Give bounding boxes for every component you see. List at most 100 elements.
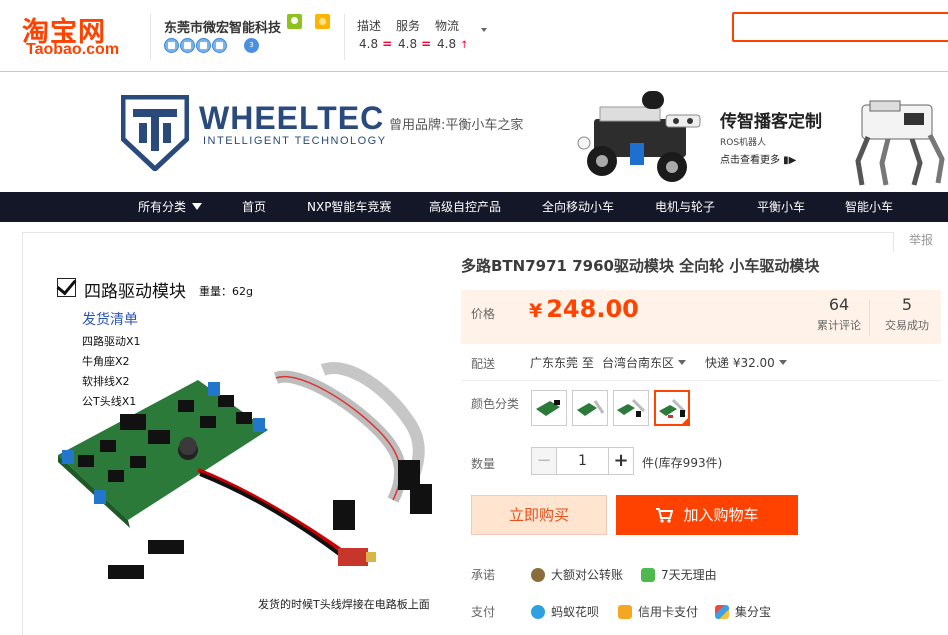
brand-sub: INTELLIGENT TECHNOLOGY	[203, 135, 387, 147]
image-title: 四路驱动模块	[84, 282, 186, 302]
quantity-increase-button[interactable]: +	[608, 447, 634, 475]
color-label: 颜色分类	[471, 397, 520, 411]
quadruped-robot-image[interactable]	[848, 93, 948, 188]
nav-label: 所有分类	[138, 200, 187, 214]
enterprise-icon	[287, 14, 302, 29]
ship-to-value: 台湾台南东区	[602, 356, 675, 370]
crown-icon	[196, 38, 211, 53]
rating-trend: ↑	[460, 40, 469, 51]
brand-name: WHEELTEC	[199, 100, 385, 136]
stock-info: 件(库存993件)	[642, 456, 723, 470]
ros-robot-image[interactable]	[572, 87, 707, 187]
nav-home[interactable]: 首页	[242, 192, 266, 222]
caret-down-icon	[778, 360, 787, 365]
jifenbao-icon	[715, 605, 729, 619]
buy-now-button[interactable]: 立即购买	[471, 495, 607, 535]
logo-en: Taobao.com	[26, 41, 120, 58]
promo-more-link[interactable]: 点击查看更多 ▮▶	[720, 151, 796, 166]
image-caption: 发货的时候T头线焊接在电路板上面	[258, 598, 430, 611]
rating-trend: =	[421, 37, 432, 51]
product-main-image[interactable]	[48, 360, 448, 590]
pay-huabei[interactable]: 蚂蚁花呗	[531, 603, 599, 620]
search-input[interactable]	[732, 12, 948, 42]
nav-omni-car[interactable]: 全向移动小车	[542, 192, 614, 222]
caret-down-icon	[192, 203, 203, 210]
divider	[150, 14, 151, 60]
shop-level-badge: 3	[244, 38, 259, 53]
shipping-label: 配送	[471, 357, 496, 371]
ratings-dropdown-icon[interactable]	[481, 28, 487, 32]
color-swatch-selected[interactable]	[654, 390, 690, 426]
pay-credit-card[interactable]: 信用卡支付	[618, 603, 698, 620]
promise-transfer[interactable]: 大额对公转账	[531, 566, 623, 583]
shop-banner: WHEELTEC INTELLIGENT TECHNOLOGY 曾用品牌:平衡小…	[0, 73, 948, 192]
quantity-label: 数量	[471, 457, 496, 471]
nav-nxp[interactable]: NXP智能车竞赛	[307, 192, 391, 222]
enterprise-transfer-icon	[531, 568, 545, 582]
nav-balance-car[interactable]: 平衡小车	[757, 192, 805, 222]
nav-smart-car[interactable]: 智能小车	[845, 192, 893, 222]
currency-symbol: ¥	[529, 300, 543, 322]
huabei-icon	[531, 605, 545, 619]
seven-day-return-icon	[641, 568, 655, 582]
color-swatch[interactable]	[613, 390, 649, 426]
divider	[461, 380, 941, 381]
deals-count: 5	[901, 295, 913, 314]
pay-text: 信用卡支付	[638, 605, 699, 619]
nav-advanced-control[interactable]: 高级自控产品	[429, 192, 501, 222]
rating-value: 4.8	[359, 37, 379, 51]
price-value: ¥248.00	[529, 295, 639, 323]
rating-value: 4.8	[398, 37, 418, 51]
credit-card-icon	[618, 605, 632, 619]
payment-label: 支付	[471, 605, 496, 619]
color-swatch[interactable]	[531, 390, 567, 426]
shipping-fee-value: 快递 ¥32.00	[705, 356, 775, 370]
taobao-logo[interactable]: 淘宝网 Taobao.com	[22, 10, 134, 64]
deals-stat[interactable]: 5 交易成功	[877, 295, 937, 333]
medal-icon	[315, 14, 330, 29]
stat-divider	[869, 300, 870, 336]
promise-text: 7天无理由	[661, 568, 717, 582]
shop-name[interactable]: 东莞市微宏智能科技	[164, 17, 281, 36]
pay-text: 集分宝	[735, 605, 772, 619]
nav-all-categories[interactable]: 所有分类	[138, 192, 203, 222]
nav-motors-wheels[interactable]: 电机与轮子	[655, 192, 715, 222]
price-box: 价格 ¥248.00 64 累计评论 5 交易成功	[461, 290, 941, 344]
color-swatch[interactable]	[572, 390, 608, 426]
caret-down-icon	[678, 360, 687, 365]
checkmark-icon	[57, 278, 76, 297]
shipping-fee-select[interactable]: 快递 ¥32.00	[705, 354, 787, 371]
add-to-cart-label: 加入购物车	[683, 506, 759, 524]
pay-jifenbao[interactable]: 集分宝	[715, 603, 771, 620]
add-to-cart-button[interactable]: 加入购物车	[616, 495, 798, 535]
product-title: 多路BTN7971 7960驱动模块 全向轮 小车驱动模块	[461, 257, 820, 275]
promo-title[interactable]: 传智播客定制	[720, 107, 822, 132]
image-weight: 重量：62g	[199, 285, 253, 298]
crown-icon	[180, 38, 195, 53]
price-label: 价格	[471, 307, 496, 321]
top-bar: 淘宝网 Taobao.com 东莞市微宏智能科技 3 描述 4.8 = 服务 4.…	[0, 0, 948, 72]
rating-value: 4.8	[437, 37, 457, 51]
brand-slogan: 曾用品牌:平衡小车之家	[389, 118, 524, 133]
crown-icon	[164, 38, 179, 53]
quantity-decrease-button[interactable]: −	[531, 447, 557, 475]
reviews-stat[interactable]: 64 累计评论	[809, 295, 869, 333]
cart-icon	[656, 508, 674, 523]
rating-trend: =	[382, 37, 393, 51]
rating-label: 物流	[435, 19, 460, 33]
rating-logistics: 物流 4.8 ↑	[435, 17, 485, 51]
report-link[interactable]: 举报	[893, 232, 948, 252]
wheeltec-logo-icon	[121, 95, 189, 171]
crown-icon	[212, 38, 227, 53]
quantity-input[interactable]: 1	[557, 447, 608, 475]
ship-from: 广东东莞 至	[530, 356, 594, 370]
ship-to-select[interactable]: 台湾台南东区	[602, 354, 687, 371]
packing-list-item: 四路驱动X1	[82, 335, 141, 348]
reviews-count: 64	[828, 295, 850, 314]
packing-list-title: 发货清单	[82, 312, 138, 328]
promise-7days[interactable]: 7天无理由	[641, 566, 717, 583]
promise-label: 承诺	[471, 568, 496, 582]
price-number: 248.00	[546, 295, 639, 323]
promise-text: 大额对公转账	[551, 568, 624, 582]
divider	[344, 14, 345, 60]
